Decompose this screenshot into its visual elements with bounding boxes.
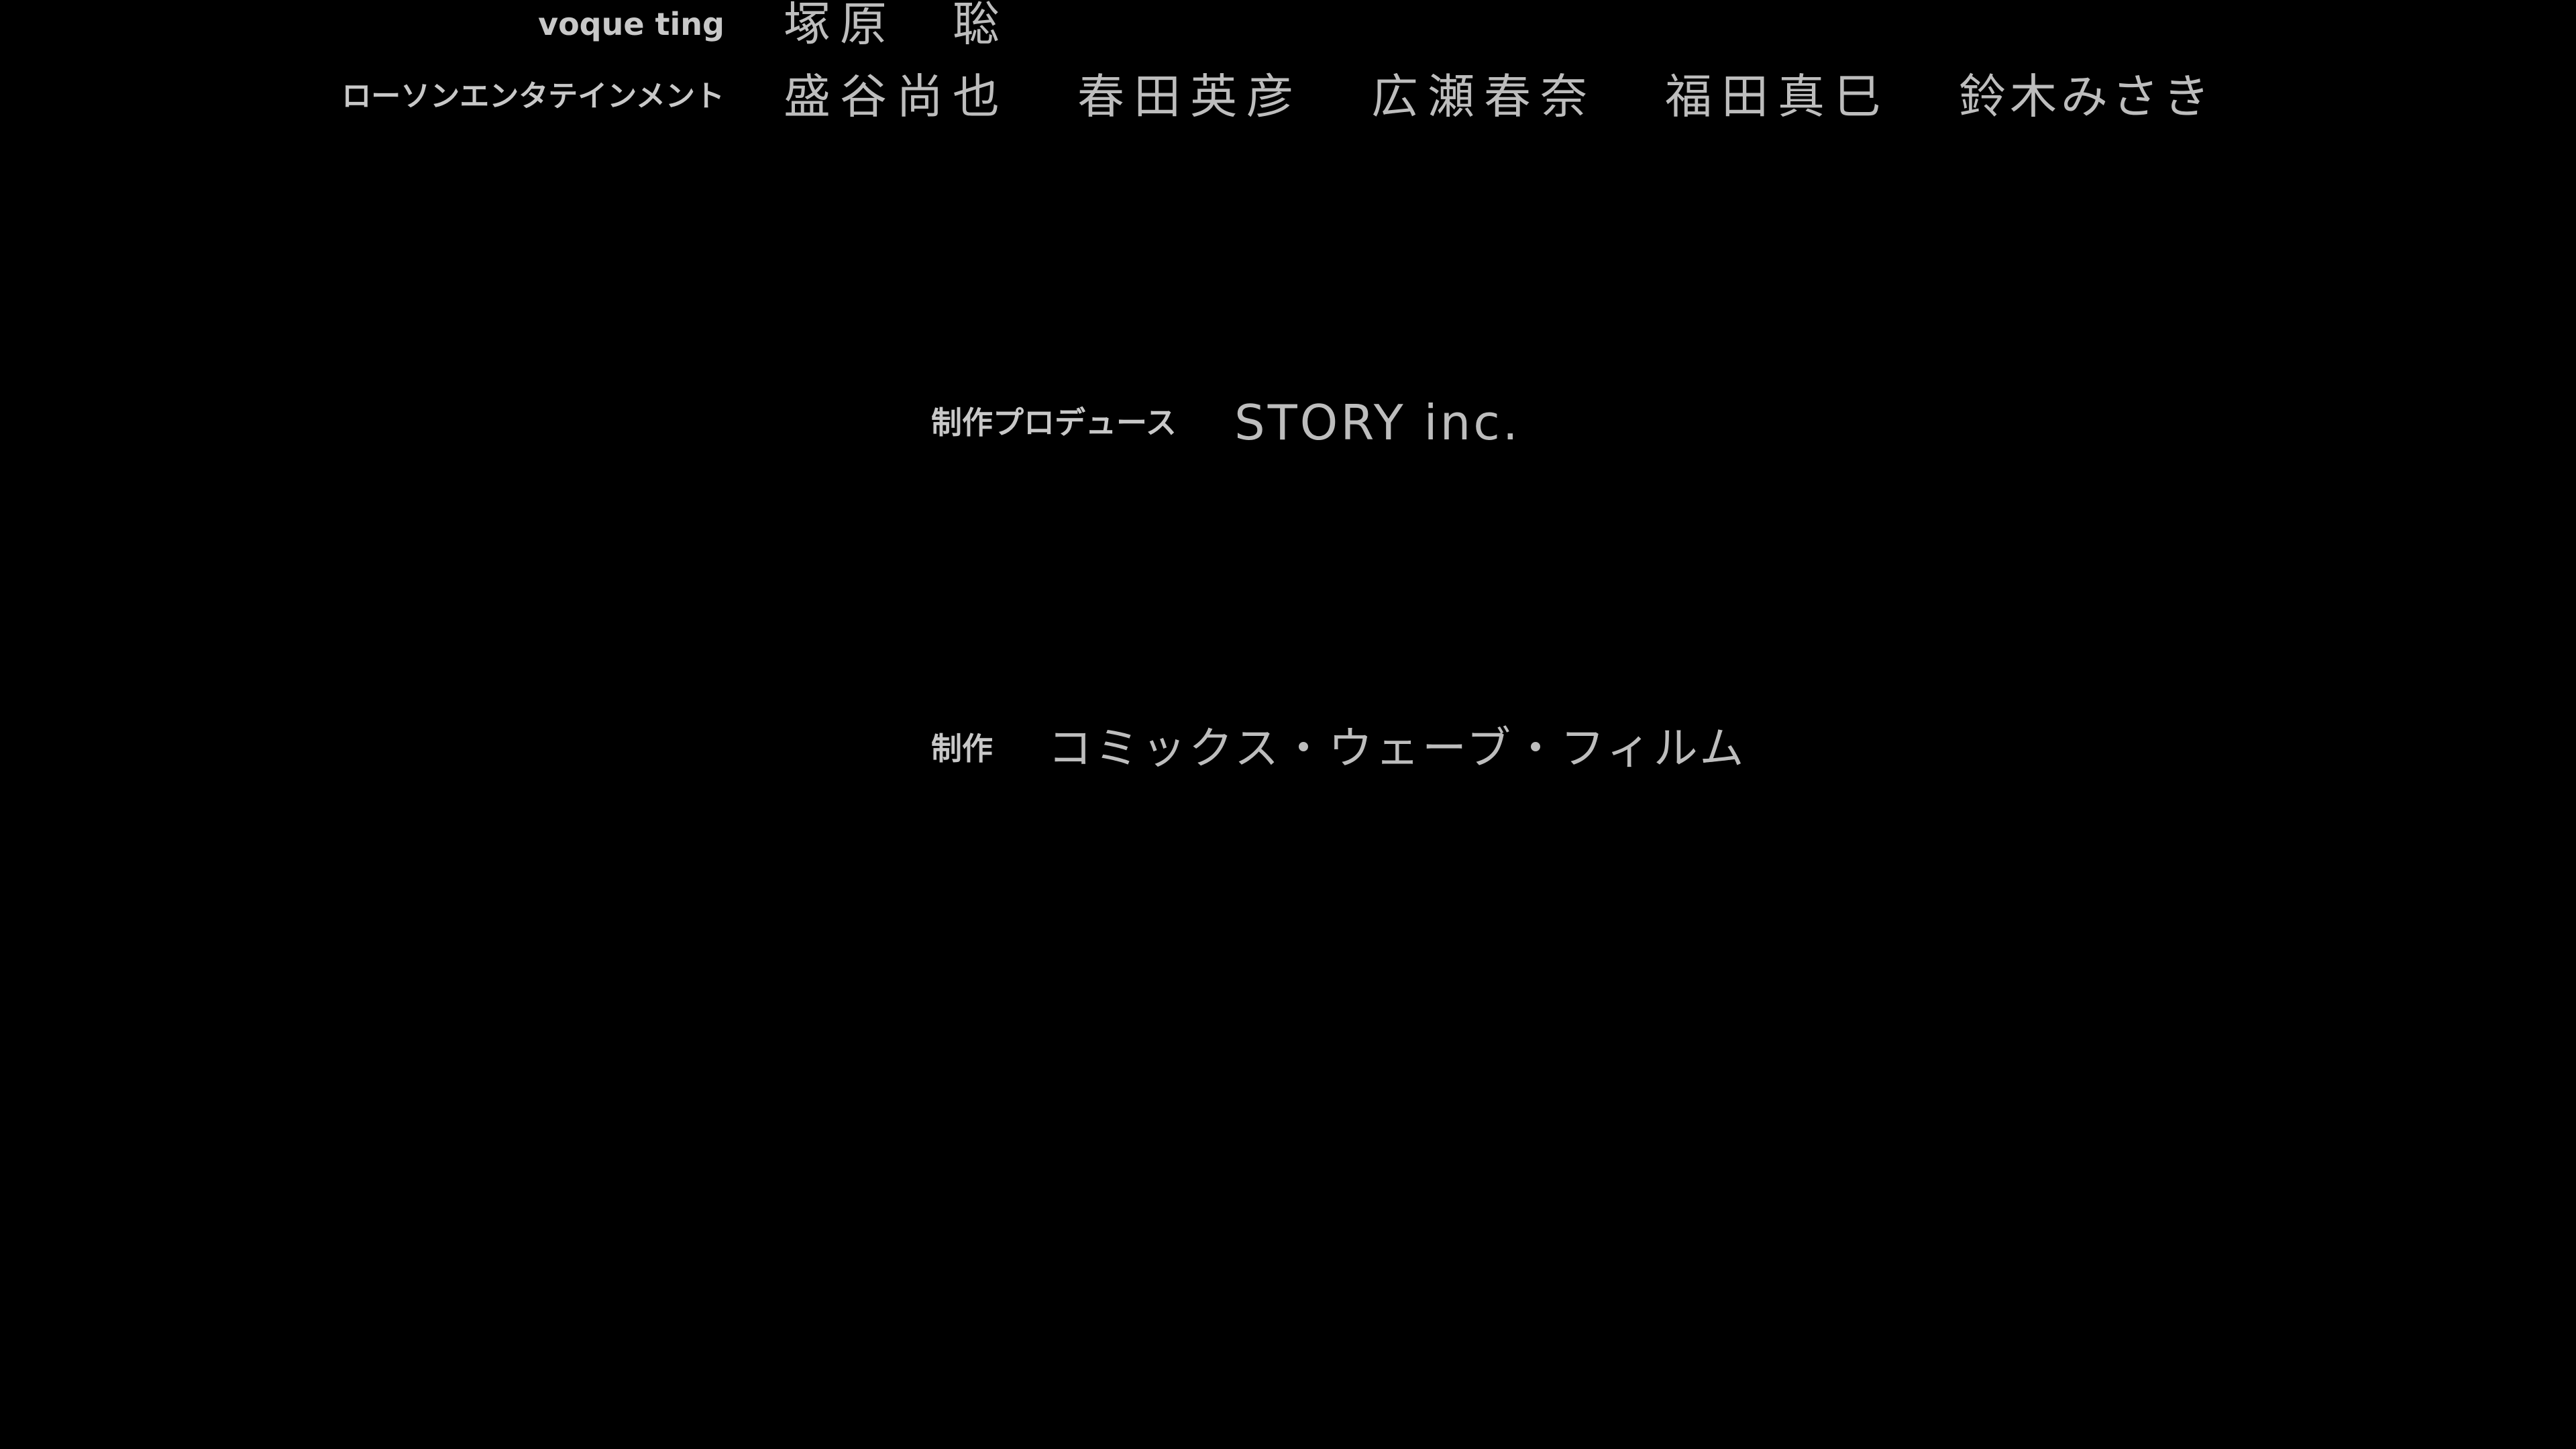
credit-name-hirose: 広瀬春奈 <box>1371 69 1597 124</box>
credit-name-story-inc: STORY inc. <box>1234 394 1521 451</box>
credit-role-production-producer: 制作プロデュース <box>931 405 1177 441</box>
credit-role-voque-ting: voque ting <box>538 6 724 42</box>
credit-row-production-producer: 制作プロデュース STORY inc. <box>0 389 2576 456</box>
credit-name-haruta: 春田英彦 <box>1077 69 1303 124</box>
credit-name-fukuda: 福田真巳 <box>1665 69 1890 124</box>
credit-role-production: 制作 <box>931 731 993 767</box>
credit-name-suzuki: 鈴木みさき <box>1959 69 2214 124</box>
credit-row-production: 制作 コミックス・ウェーブ・フィルム <box>0 715 2576 782</box>
credit-role-lawson-entertainment: ローソンエンタテインメント <box>341 79 724 113</box>
credit-name-comix-wave-films: コミックス・ウェーブ・フィルム <box>1048 722 1747 774</box>
credit-name-moriya: 盛谷尚也 <box>784 69 1009 124</box>
credit-row-voque-ting: voque ting 塚原 聡 <box>0 0 2576 58</box>
credit-name-tsukahara: 塚原 聡 <box>784 0 1009 52</box>
credit-row-lawson-entertainment: ローソンエンタテインメント 盛谷尚也 春田英彦 広瀬春奈 福田真巳 鈴木みさき <box>0 63 2576 130</box>
